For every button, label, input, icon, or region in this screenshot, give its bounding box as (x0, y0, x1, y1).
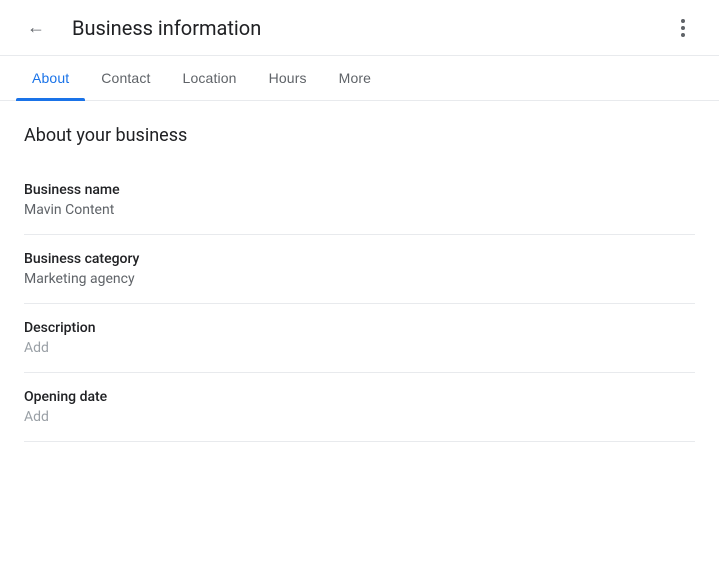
field-opening-date[interactable]: Opening date Add (24, 373, 695, 442)
back-button[interactable]: ← (16, 8, 56, 48)
field-label-business-name: Business name (24, 182, 695, 198)
tab-about[interactable]: About (16, 56, 85, 100)
tabs-nav: About Contact Location Hours More (0, 56, 719, 101)
back-arrow-icon: ← (27, 17, 45, 38)
field-description[interactable]: Description Add (24, 304, 695, 373)
header: ← Business information (0, 0, 719, 56)
field-business-name[interactable]: Business name Mavin Content (24, 166, 695, 235)
section-title: About your business (24, 125, 695, 146)
page-title: Business information (72, 16, 261, 40)
field-value-opening-date: Add (24, 409, 695, 425)
tab-hours[interactable]: Hours (253, 56, 323, 100)
field-business-category[interactable]: Business category Marketing agency (24, 235, 695, 304)
tab-more[interactable]: More (323, 56, 387, 100)
tab-contact[interactable]: Contact (85, 56, 166, 100)
header-left: ← Business information (16, 8, 261, 48)
field-label-business-category: Business category (24, 251, 695, 267)
field-value-business-category: Marketing agency (24, 271, 695, 287)
tab-location[interactable]: Location (167, 56, 253, 100)
field-value-description: Add (24, 340, 695, 356)
field-label-opening-date: Opening date (24, 389, 695, 405)
main-content: About your business Business name Mavin … (0, 101, 719, 442)
more-options-button[interactable] (663, 8, 703, 48)
field-label-description: Description (24, 320, 695, 336)
more-vert-icon (681, 19, 685, 37)
field-value-business-name: Mavin Content (24, 202, 695, 218)
